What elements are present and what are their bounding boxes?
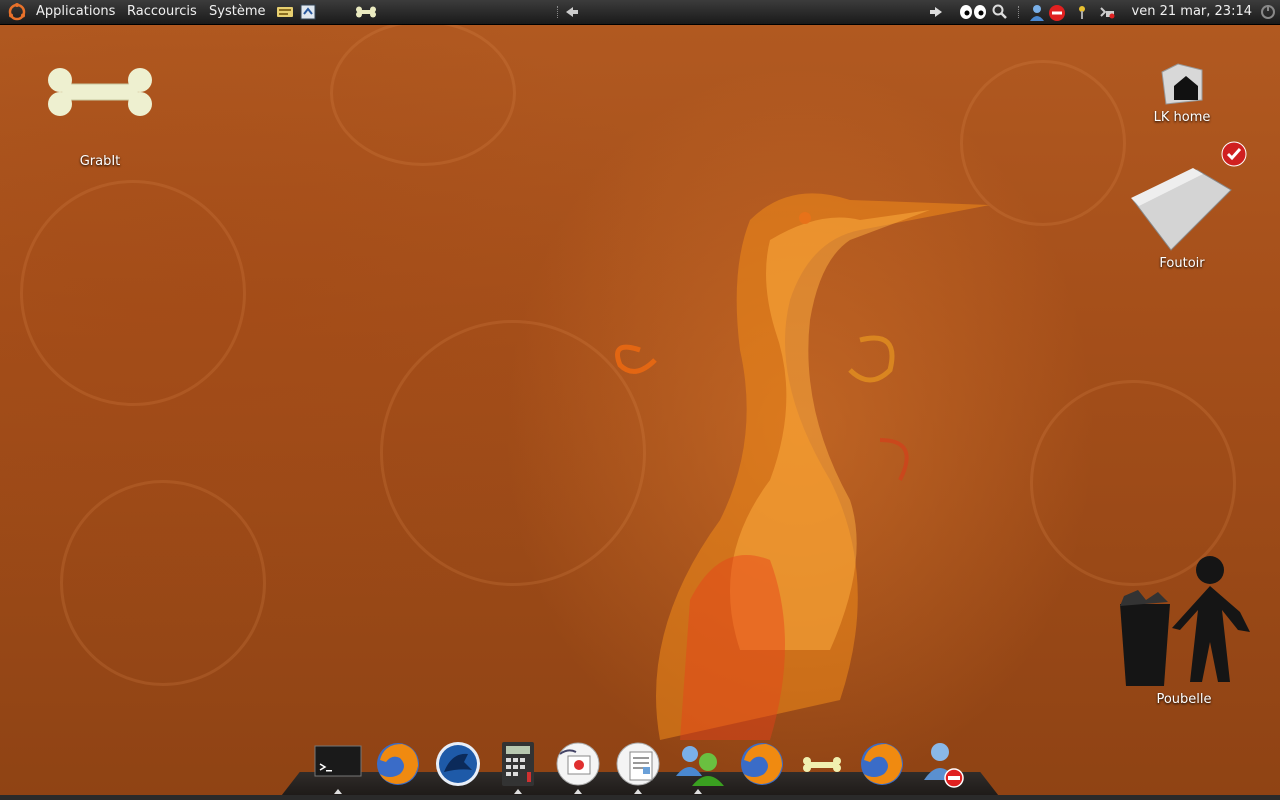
bone-icon <box>40 62 160 130</box>
desktop-icon-label: GrabIt <box>79 154 121 169</box>
desktop-icon-poubelle[interactable]: Poubelle <box>1110 552 1258 707</box>
battery-icon[interactable] <box>1098 4 1115 20</box>
bone-icon <box>798 757 846 792</box>
running-indicator <box>574 789 582 794</box>
desktop-icon-lk-home[interactable]: LK home <box>1140 60 1224 125</box>
running-indicator <box>514 789 522 794</box>
user-icon[interactable] <box>1028 4 1044 21</box>
firefox-icon <box>374 743 422 792</box>
wallpaper-swirl <box>60 480 266 686</box>
menu-applications[interactable]: Applications <box>36 0 115 24</box>
desktop-icon-label: Poubelle <box>1156 692 1212 707</box>
wallpaper-swirl <box>20 180 246 406</box>
clock[interactable]: ven 21 mar, 23:14 <box>1132 0 1252 24</box>
running-indicator <box>634 789 642 794</box>
folder-icon <box>1126 160 1238 252</box>
stop-icon[interactable] <box>1048 4 1065 21</box>
dock-firefox-2[interactable] <box>738 740 786 788</box>
top-panel: Applications Raccourcis Système ven 21 m… <box>0 0 1280 25</box>
bottom-panel <box>0 795 1280 800</box>
terminal-icon <box>314 745 362 784</box>
pin-icon[interactable] <box>1074 4 1090 20</box>
screenshot-icon[interactable] <box>300 4 316 20</box>
desktop-icon-label: LK home <box>1153 110 1211 125</box>
firefox-icon <box>858 743 906 792</box>
dock-grabit[interactable] <box>798 740 846 788</box>
wallpaper-swirl <box>330 20 516 166</box>
power-icon[interactable] <box>1260 4 1276 20</box>
user-block-icon <box>918 743 966 792</box>
browser-icon <box>434 742 482 792</box>
dock-user-block[interactable] <box>918 740 966 788</box>
text-editor-icon[interactable] <box>276 4 293 20</box>
wallpaper-bird-artwork <box>615 193 990 741</box>
panel-separator <box>557 6 560 18</box>
panel-separator <box>1018 6 1021 18</box>
dock-messenger[interactable] <box>674 740 724 794</box>
trash-icon <box>1110 552 1258 688</box>
menu-system[interactable]: Système <box>209 0 265 24</box>
dock-firefox-3[interactable] <box>858 740 906 788</box>
network-arrow-icon[interactable] <box>928 4 944 20</box>
dock-calculator[interactable] <box>494 740 542 794</box>
running-indicator <box>334 789 342 794</box>
desktop-icon-foutoir[interactable]: Foutoir <box>1126 160 1238 271</box>
running-indicator <box>694 789 702 794</box>
dock-terminal[interactable] <box>314 740 362 794</box>
dock-presentation[interactable] <box>554 740 602 794</box>
eyes-icon[interactable] <box>958 4 988 20</box>
grabit-bone-icon[interactable] <box>354 4 378 20</box>
desktop-icon-grabit[interactable]: GrabIt <box>40 62 160 169</box>
search-icon[interactable] <box>992 4 1008 20</box>
dock-browser[interactable] <box>434 740 482 788</box>
firefox-icon <box>738 743 786 792</box>
ubuntu-logo-icon[interactable] <box>8 3 26 21</box>
dock-firefox[interactable] <box>374 740 422 788</box>
menu-shortcuts[interactable]: Raccourcis <box>127 0 197 24</box>
desktop-icon-label: Foutoir <box>1159 256 1205 271</box>
home-folder-icon <box>1140 60 1224 106</box>
dock-document[interactable] <box>614 740 662 794</box>
back-arrow-icon[interactable] <box>564 4 580 20</box>
